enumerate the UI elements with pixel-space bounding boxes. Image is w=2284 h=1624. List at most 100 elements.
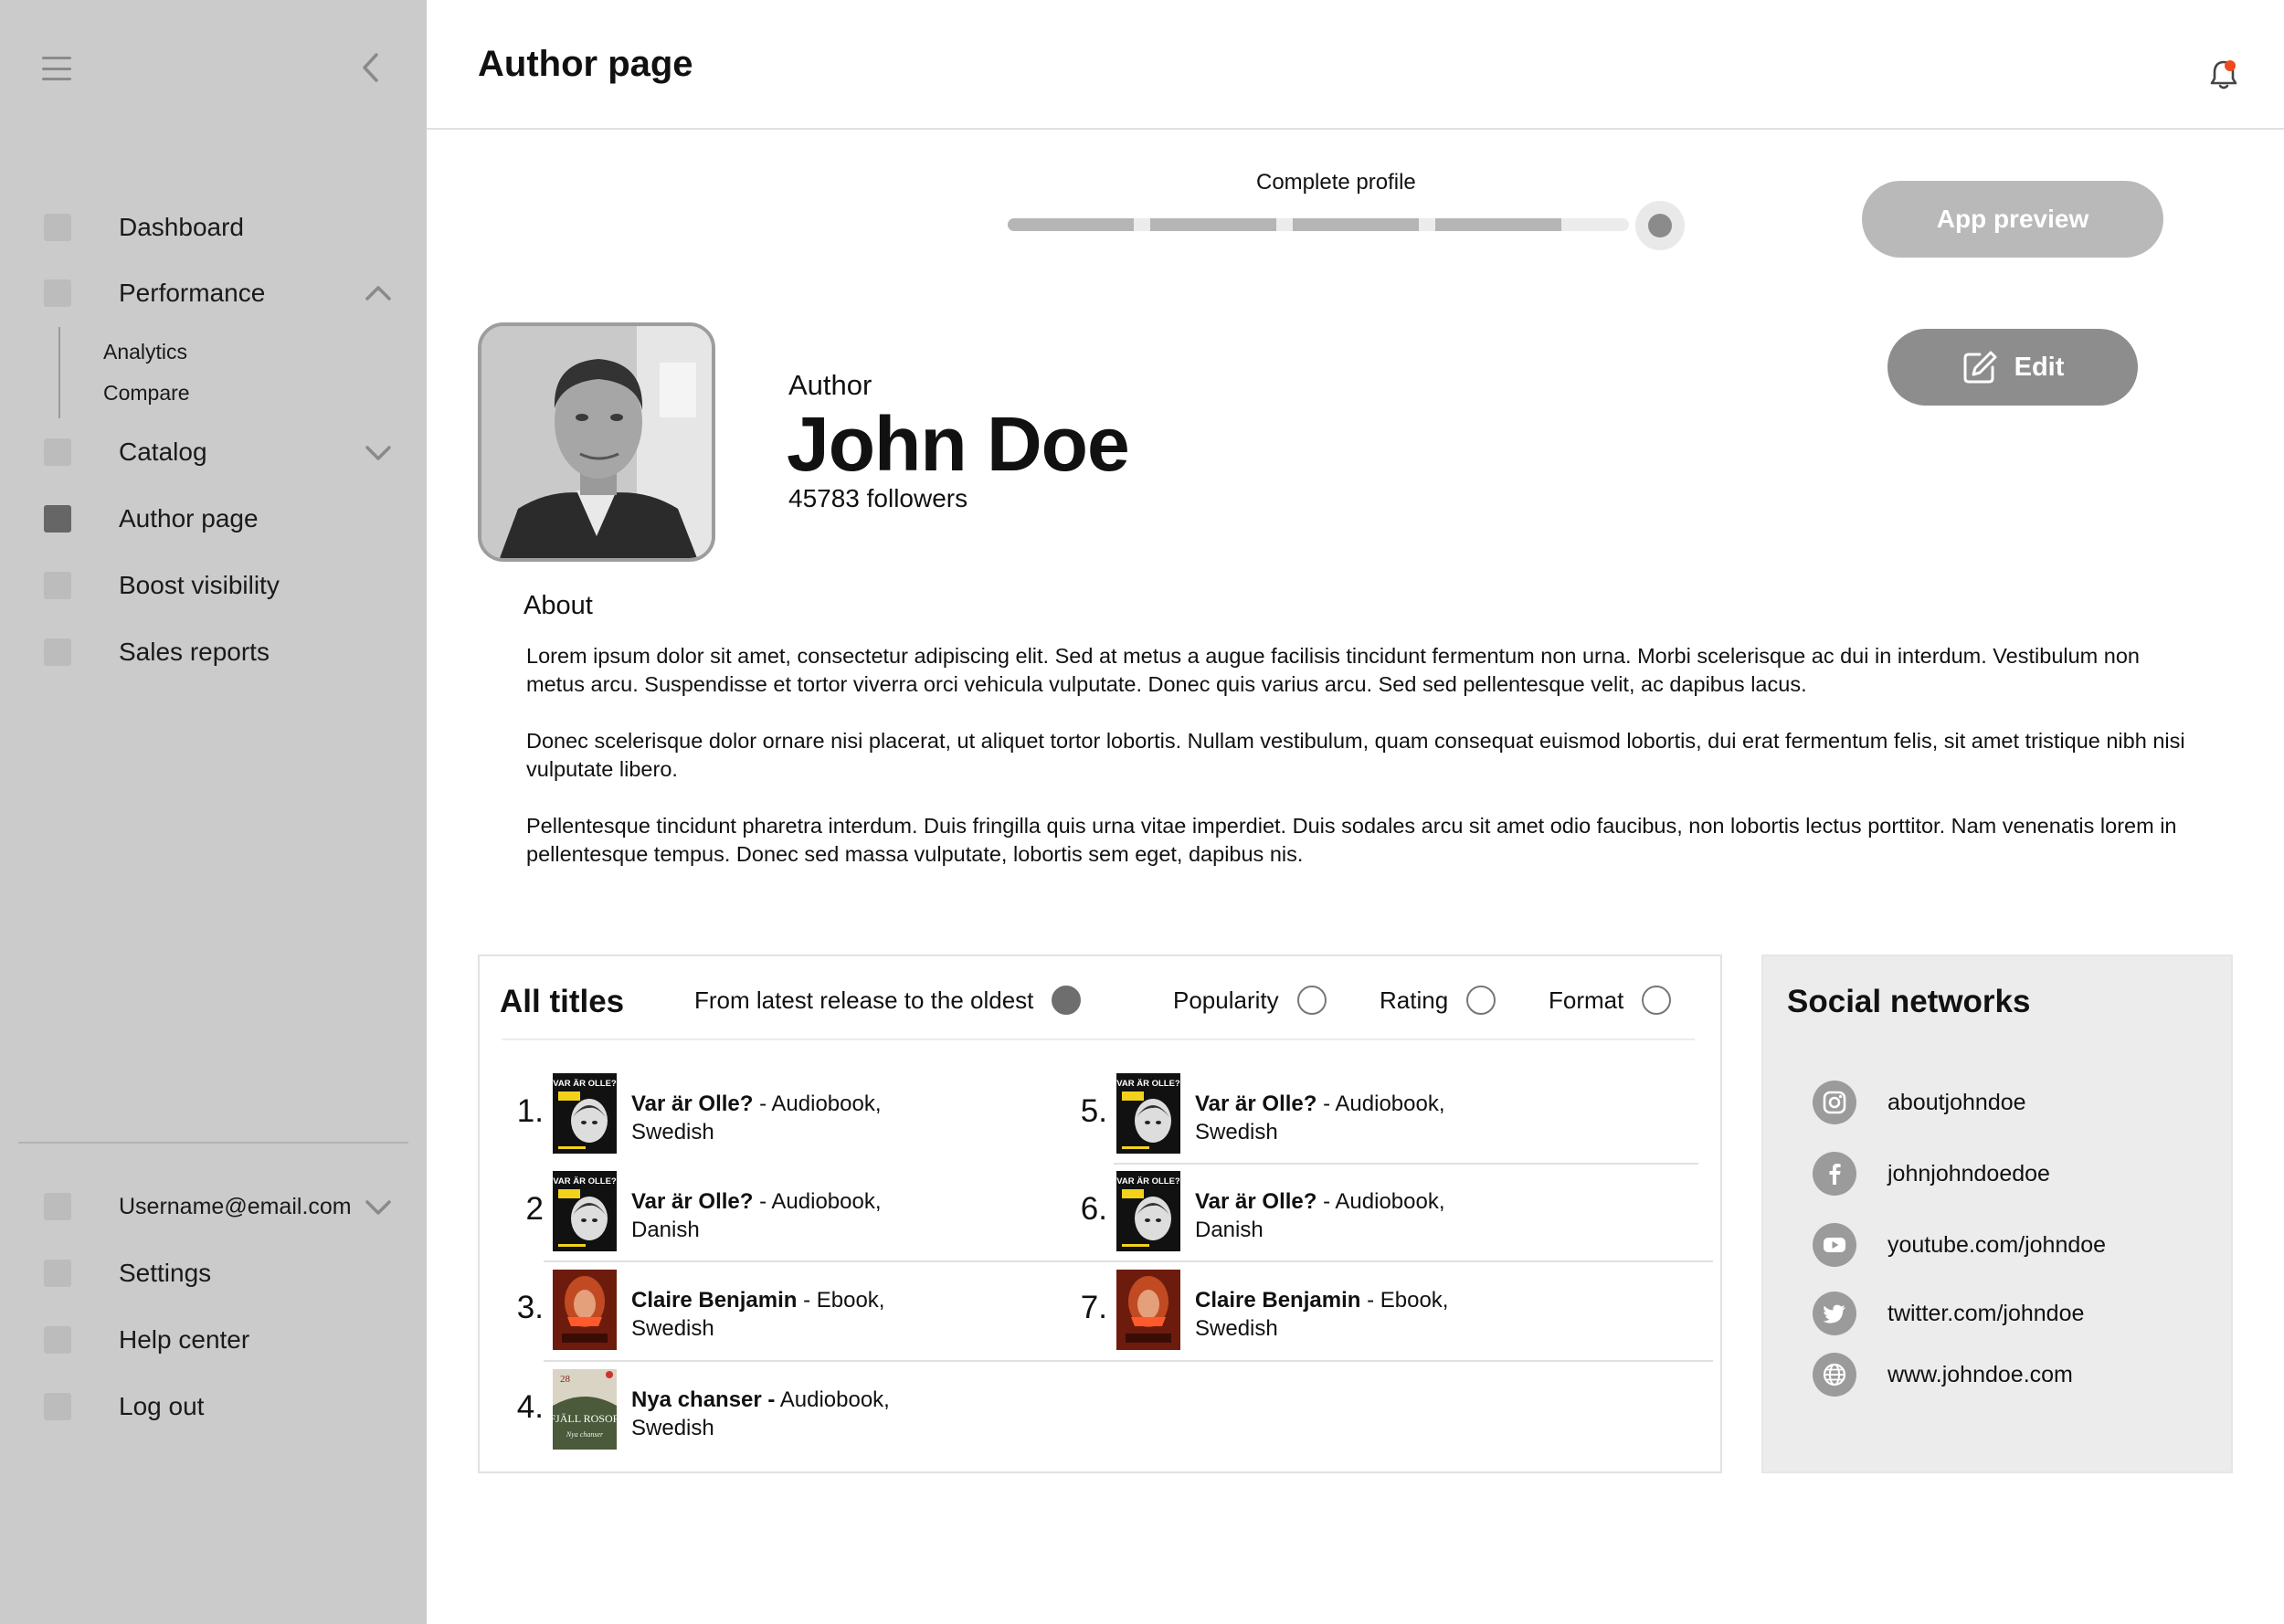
sidebar-item-label: Help center	[119, 1325, 250, 1354]
sidebar-item-label: Dashboard	[119, 213, 244, 241]
sidebar-item-author-page[interactable]: Author page	[44, 501, 391, 537]
progress-segment	[1435, 218, 1561, 231]
author-name: John Doe	[787, 401, 1130, 487]
radio-unchecked[interactable]	[1642, 986, 1672, 1015]
sort-option-latest[interactable]: From latest release to the oldest	[694, 986, 1082, 1015]
about-paragraph: Donec scelerisque dolor ornare nisi plac…	[526, 729, 2185, 781]
title-name[interactable]: Claire Benjamin	[631, 1288, 797, 1313]
social-label: www.johndoe.com	[1887, 1361, 2073, 1387]
chevron-down-icon[interactable]	[365, 439, 391, 465]
sidebar-item-catalog[interactable]: Catalog	[44, 434, 391, 470]
progress-segment	[1008, 218, 1134, 231]
catalog-icon	[44, 438, 71, 466]
book-cover[interactable]	[1116, 1270, 1180, 1350]
sidebar-item-log-out[interactable]: Log out	[44, 1388, 391, 1425]
title-list-item[interactable]: 6. VAR ÄR OLLE? Var är Olle? - Audiobook, …	[1062, 1171, 1610, 1253]
book-cover[interactable]: VAR ÄR OLLE?	[553, 1073, 617, 1154]
title-name[interactable]: Var är Olle?	[631, 1189, 753, 1214]
title-text: Var är Olle? - Audiobook, Danish	[631, 1187, 924, 1244]
title-number: 5.	[1080, 1093, 1107, 1129]
social-link-instagram[interactable]: aboutjohndoe	[1813, 1081, 2026, 1124]
social-link-website[interactable]: www.johndoe.com	[1813, 1353, 2073, 1397]
sidebar-item-label: Log out	[119, 1392, 205, 1420]
all-titles-panel: All titles From latest release to the ol…	[478, 954, 1722, 1473]
title-list-item[interactable]: 4. 28 FJÄLL ROSOR Nya chanser Nya chanser - …	[498, 1369, 1046, 1451]
chevron-left-icon[interactable]	[358, 51, 384, 84]
sort-option-label: From latest release to the oldest	[694, 986, 1034, 1014]
social-link-twitter[interactable]: twitter.com/johndoe	[1813, 1292, 2084, 1335]
top-header: Author page	[427, 0, 2284, 130]
book-cover[interactable]: VAR ÄR OLLE?	[1116, 1073, 1180, 1154]
progress-segment	[1150, 218, 1276, 231]
book-cover[interactable]: VAR ÄR OLLE?	[1116, 1171, 1180, 1251]
sidebar-item-sales-reports[interactable]: Sales reports	[44, 634, 391, 670]
sort-option-popularity[interactable]: Popularity	[1173, 986, 1327, 1015]
sidebar-item-performance[interactable]: Performance	[44, 275, 391, 311]
sidebar-subitem-analytics[interactable]: Analytics	[103, 340, 187, 364]
title-list-item[interactable]: 2 VAR ÄR OLLE? Var är Olle? - Audiobook, D…	[498, 1171, 1046, 1253]
divider	[544, 1360, 1713, 1362]
sidebar: Dashboard Performance Analytics Compare …	[0, 0, 427, 1624]
title-list-item[interactable]: 1. VAR ÄR OLLE? Var är Olle? - Audiobook, …	[498, 1073, 1046, 1155]
notification-dot	[2225, 60, 2236, 71]
title-list-item[interactable]: 5. VAR ÄR OLLE? Var är Olle? - Audiobook, …	[1062, 1073, 1610, 1155]
menu-icon[interactable]	[42, 57, 71, 80]
edit-button-label: Edit	[2014, 352, 2065, 382]
edit-button[interactable]: Edit	[1887, 329, 2138, 406]
title-name[interactable]: Var är Olle?	[1195, 1189, 1316, 1214]
dashboard-icon	[44, 214, 71, 241]
help-icon	[44, 1326, 71, 1354]
progress-knob[interactable]	[1635, 201, 1685, 250]
social-label: johnjohndoedoe	[1887, 1160, 2050, 1186]
divider	[502, 1039, 1695, 1040]
title-name[interactable]: Var är Olle?	[631, 1091, 753, 1116]
sort-option-format[interactable]: Format	[1549, 986, 1672, 1015]
about-text: Lorem ipsum dolor sit amet, consectetur …	[526, 642, 2198, 897]
social-link-youtube[interactable]: youtube.com/johndoe	[1813, 1223, 2106, 1267]
title-name[interactable]: Var är Olle?	[1195, 1091, 1316, 1116]
title-text: Claire Benjamin - Ebook, Swedish	[631, 1286, 924, 1343]
sidebar-item-settings[interactable]: Settings	[44, 1255, 391, 1292]
book-cover[interactable]: VAR ÄR OLLE?	[553, 1171, 617, 1251]
logout-icon	[44, 1393, 71, 1420]
performance-icon	[44, 279, 71, 307]
svg-text:Nya chanser: Nya chanser	[566, 1430, 604, 1439]
settings-icon	[44, 1260, 71, 1287]
title-text: Claire Benjamin - Ebook, Swedish	[1195, 1286, 1487, 1343]
book-cover[interactable]	[553, 1270, 617, 1350]
title-name[interactable]: Claire Benjamin	[1195, 1288, 1360, 1313]
chevron-down-icon[interactable]	[365, 1194, 391, 1219]
account-menu[interactable]: Username@email.com	[44, 1188, 391, 1225]
app-preview-button[interactable]: App preview	[1862, 181, 2163, 258]
sidebar-item-dashboard[interactable]: Dashboard	[44, 209, 391, 246]
progress-segment	[1293, 218, 1419, 231]
svg-text:VAR ÄR OLLE?: VAR ÄR OLLE?	[553, 1079, 617, 1089]
sidebar-item-boost-visibility[interactable]: Boost visibility	[44, 567, 391, 604]
title-number: 2	[525, 1191, 544, 1227]
twitter-icon	[1813, 1292, 1856, 1335]
radio-checked[interactable]	[1052, 986, 1082, 1015]
title-text: Nya chanser - Audiobook, Swedish	[631, 1386, 924, 1442]
all-titles-heading: All titles	[500, 984, 625, 1019]
radio-unchecked[interactable]	[1296, 986, 1327, 1015]
radio-unchecked[interactable]	[1466, 986, 1496, 1015]
chevron-up-icon[interactable]	[365, 280, 391, 306]
title-text: Var är Olle? - Audiobook, Swedish	[631, 1090, 924, 1146]
user-icon	[44, 1193, 71, 1220]
sidebar-divider	[18, 1142, 408, 1144]
sales-reports-icon	[44, 638, 71, 666]
author-page-icon	[44, 505, 71, 533]
title-name[interactable]: Nya chanser -	[631, 1387, 775, 1412]
title-list-item[interactable]: 7. Claire Benjamin - Ebook, Swedish	[1062, 1270, 1610, 1352]
social-link-facebook[interactable]: johnjohndoedoe	[1813, 1152, 2050, 1196]
sidebar-item-help-center[interactable]: Help center	[44, 1322, 391, 1358]
sidebar-item-label: Boost visibility	[119, 571, 280, 599]
book-cover[interactable]: 28 FJÄLL ROSOR Nya chanser	[549, 1369, 620, 1450]
sidebar-item-label: Sales reports	[119, 638, 270, 666]
sort-option-rating[interactable]: Rating	[1380, 986, 1496, 1015]
sidebar-subitem-compare[interactable]: Compare	[103, 381, 190, 406]
divider	[1114, 1163, 1698, 1165]
title-list-item[interactable]: 3. Claire Benjamin - Ebook, Swedish	[498, 1270, 1046, 1352]
sidebar-item-label: Catalog	[119, 438, 207, 466]
social-label: aboutjohndoe	[1887, 1089, 2026, 1115]
